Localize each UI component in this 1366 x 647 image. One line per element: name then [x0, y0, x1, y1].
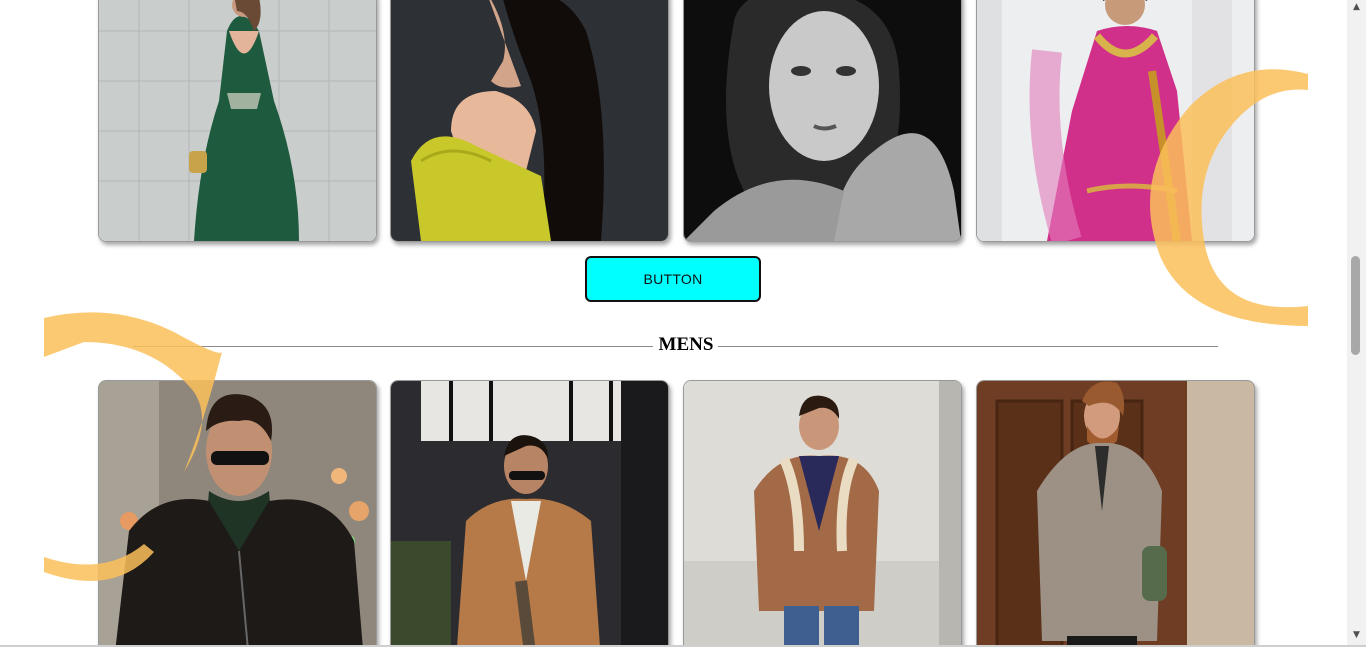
product-card-mens-2[interactable]: [390, 380, 669, 645]
woman-yellow-sweater-photo: [391, 0, 668, 241]
section-divider-right: [718, 346, 1218, 347]
man-camel-blazer-photo: [391, 381, 668, 645]
section-divider-left: [133, 346, 653, 347]
section-title-mens: MENS: [658, 334, 714, 355]
woman-bw-portrait-photo: [684, 0, 961, 241]
product-card-womens-1[interactable]: [98, 0, 377, 242]
product-card-mens-1[interactable]: [98, 380, 377, 645]
action-button[interactable]: BUTTON: [585, 256, 761, 302]
woman-pink-lehenga-photo: [977, 0, 1254, 241]
woman-green-dress-photo: [99, 0, 376, 241]
product-card-womens-2[interactable]: [390, 0, 669, 242]
man-leather-jacket-photo: [99, 381, 376, 645]
man-tweed-overcoat-photo: [977, 381, 1254, 645]
man-shearling-coat-photo: [684, 381, 961, 645]
vertical-scrollbar[interactable]: ▲ ▼: [1347, 0, 1366, 645]
scroll-down-arrow-icon[interactable]: ▼: [1347, 628, 1366, 642]
scroll-up-arrow-icon[interactable]: ▲: [1347, 0, 1366, 14]
product-card-womens-3[interactable]: [683, 0, 962, 242]
product-card-mens-4[interactable]: [976, 380, 1255, 645]
scrollbar-thumb[interactable]: [1351, 256, 1360, 355]
page-viewport: BUTTON MENS: [4, 0, 1347, 645]
product-card-mens-3[interactable]: [683, 380, 962, 645]
product-card-womens-4[interactable]: [976, 0, 1255, 242]
